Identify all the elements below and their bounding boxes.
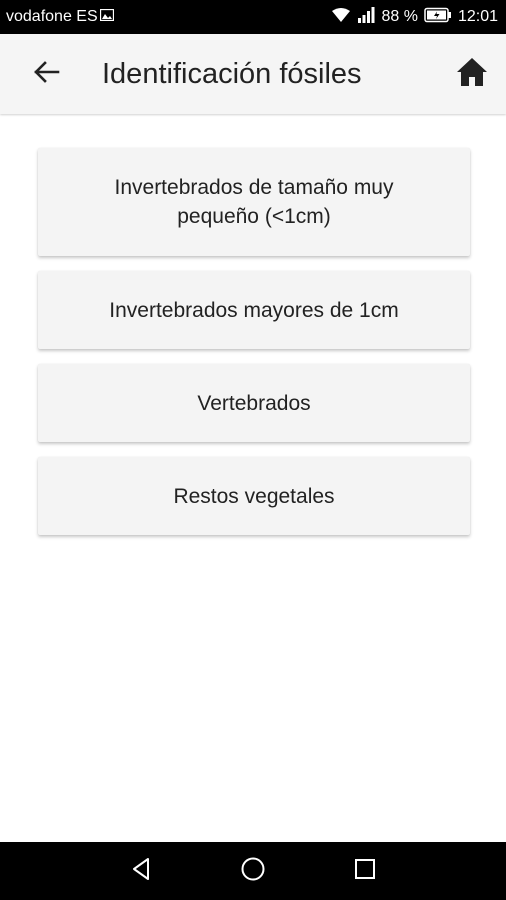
menu-item-small-invertebrates[interactable]: Invertebrados de tamaño muy pequeño (<1c… (38, 148, 470, 256)
menu-item-label: Vertebrados (197, 391, 311, 415)
nav-home-button[interactable] (223, 842, 283, 900)
menu-list: Invertebrados de tamaño muy pequeño (<1c… (38, 148, 470, 550)
back-triangle-icon (129, 857, 153, 886)
recents-square-icon (354, 858, 376, 885)
image-notification-icon (99, 8, 114, 26)
back-button[interactable] (26, 56, 66, 92)
status-left: vodafone ES (6, 0, 114, 34)
menu-item-plant-remains[interactable]: Restos vegetales (38, 457, 470, 535)
system-nav-bar (0, 842, 506, 900)
arrow-left-icon (32, 60, 60, 89)
status-bar: vodafone ES 88 % 12:01 (0, 0, 506, 34)
nav-back-button[interactable] (111, 842, 171, 900)
signal-icon (357, 6, 375, 28)
page-title: Identificación fósiles (102, 58, 362, 90)
status-right: 88 % 12:01 (331, 0, 498, 34)
home-icon (456, 57, 488, 92)
app-bar: Identificación fósiles (0, 34, 506, 114)
battery-percent: 88 % (381, 8, 418, 25)
menu-item-vertebrates[interactable]: Vertebrados (38, 364, 470, 442)
menu-item-label: Invertebrados mayores de 1cm (109, 298, 399, 322)
menu-item-label: Invertebrados de tamaño muy pequeño (<1c… (114, 176, 394, 228)
carrier-name: vodafone ES (6, 8, 98, 25)
menu-item-large-invertebrates[interactable]: Invertebrados mayores de 1cm (38, 271, 470, 349)
clock: 12:01 (457, 8, 498, 25)
home-button[interactable] (452, 54, 492, 94)
nav-recents-button[interactable] (335, 842, 395, 900)
wifi-icon (331, 7, 351, 28)
menu-item-label: Restos vegetales (173, 484, 335, 508)
battery-charging-icon (424, 7, 452, 28)
home-circle-icon (240, 856, 266, 887)
